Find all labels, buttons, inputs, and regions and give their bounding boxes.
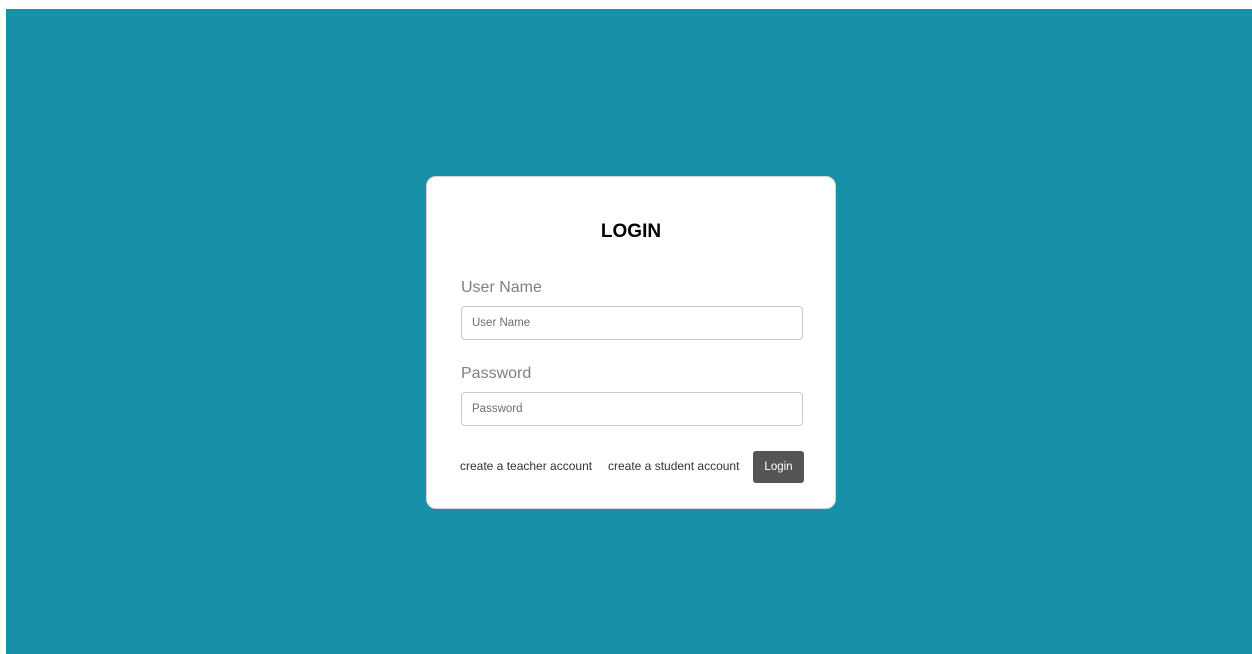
- username-label: User Name: [461, 279, 542, 296]
- create-student-account-link[interactable]: create a student account: [608, 459, 739, 473]
- create-teacher-account-link[interactable]: create a teacher account: [460, 459, 592, 473]
- login-button[interactable]: Login: [753, 451, 804, 483]
- login-title: LOGIN: [600, 221, 662, 242]
- page-background: LOGIN User Name Password create a teache…: [6, 9, 1252, 654]
- username-input[interactable]: [461, 306, 803, 340]
- password-input[interactable]: [461, 392, 803, 426]
- login-card: LOGIN User Name Password create a teache…: [426, 176, 836, 509]
- password-label: Password: [461, 365, 532, 382]
